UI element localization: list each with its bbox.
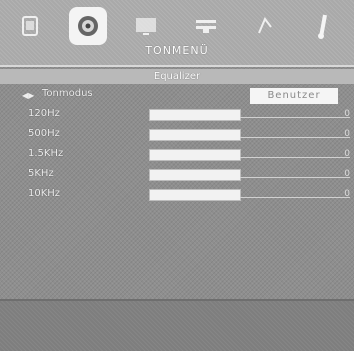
selector-arrows-icon: ◀▶ bbox=[22, 91, 35, 100]
function-icon[interactable] bbox=[304, 6, 344, 46]
tv-osd-screen: TONMENÜ Equalizer ◀▶ Tonmodus Benutzer 1… bbox=[0, 0, 354, 351]
eq-band-track bbox=[240, 157, 350, 158]
eq-band-slider[interactable] bbox=[150, 190, 240, 200]
sound-mode-label: Tonmodus bbox=[42, 88, 93, 99]
eq-band-row[interactable]: 5KHz 0 bbox=[0, 166, 354, 184]
eq-band-value: 0 bbox=[344, 149, 350, 159]
eq-band-value: 0 bbox=[344, 169, 350, 179]
eq-band-track bbox=[240, 197, 350, 198]
settings-icon[interactable] bbox=[186, 6, 226, 46]
divider-line bbox=[0, 65, 354, 67]
eq-band-label: 500Hz bbox=[28, 128, 60, 139]
menu-topbar: TONMENÜ bbox=[0, 0, 354, 66]
eq-band-row[interactable]: 1.5KHz 0 bbox=[0, 146, 354, 164]
eq-band-row[interactable]: 500Hz 0 bbox=[0, 126, 354, 144]
eq-band-label: 1.5KHz bbox=[28, 148, 64, 159]
eq-band-track bbox=[240, 117, 350, 118]
eq-band-slider[interactable] bbox=[150, 110, 240, 120]
menu-icon-row bbox=[10, 4, 344, 48]
source-icon[interactable] bbox=[245, 6, 285, 46]
eq-band-value: 0 bbox=[344, 189, 350, 199]
eq-band-value: 0 bbox=[344, 109, 350, 119]
sound-mode-row[interactable]: ◀▶ Tonmodus Benutzer bbox=[0, 86, 354, 104]
eq-band-label: 120Hz bbox=[28, 108, 60, 119]
equalizer-rows: ◀▶ Tonmodus Benutzer 120Hz 0 500Hz 0 1.5… bbox=[0, 86, 354, 226]
picture-icon[interactable] bbox=[10, 6, 50, 46]
eq-band-label: 5KHz bbox=[28, 168, 54, 179]
eq-band-row[interactable]: 120Hz 0 bbox=[0, 106, 354, 124]
eq-band-slider[interactable] bbox=[150, 150, 240, 160]
eq-band-track bbox=[240, 137, 350, 138]
eq-band-label: 10KHz bbox=[28, 188, 61, 199]
menu-title: TONMENÜ bbox=[145, 44, 209, 57]
sound-icon[interactable] bbox=[69, 7, 108, 45]
eq-band-slider[interactable] bbox=[150, 170, 240, 180]
eq-band-row[interactable]: 10KHz 0 bbox=[0, 186, 354, 204]
eq-band-slider[interactable] bbox=[150, 130, 240, 140]
equalizer-title: Equalizer bbox=[0, 69, 354, 84]
eq-band-value: 0 bbox=[344, 129, 350, 139]
eq-band-track bbox=[240, 177, 350, 178]
sound-mode-value[interactable]: Benutzer bbox=[250, 88, 338, 104]
info-bar bbox=[0, 300, 354, 351]
tv-icon[interactable] bbox=[126, 6, 166, 46]
